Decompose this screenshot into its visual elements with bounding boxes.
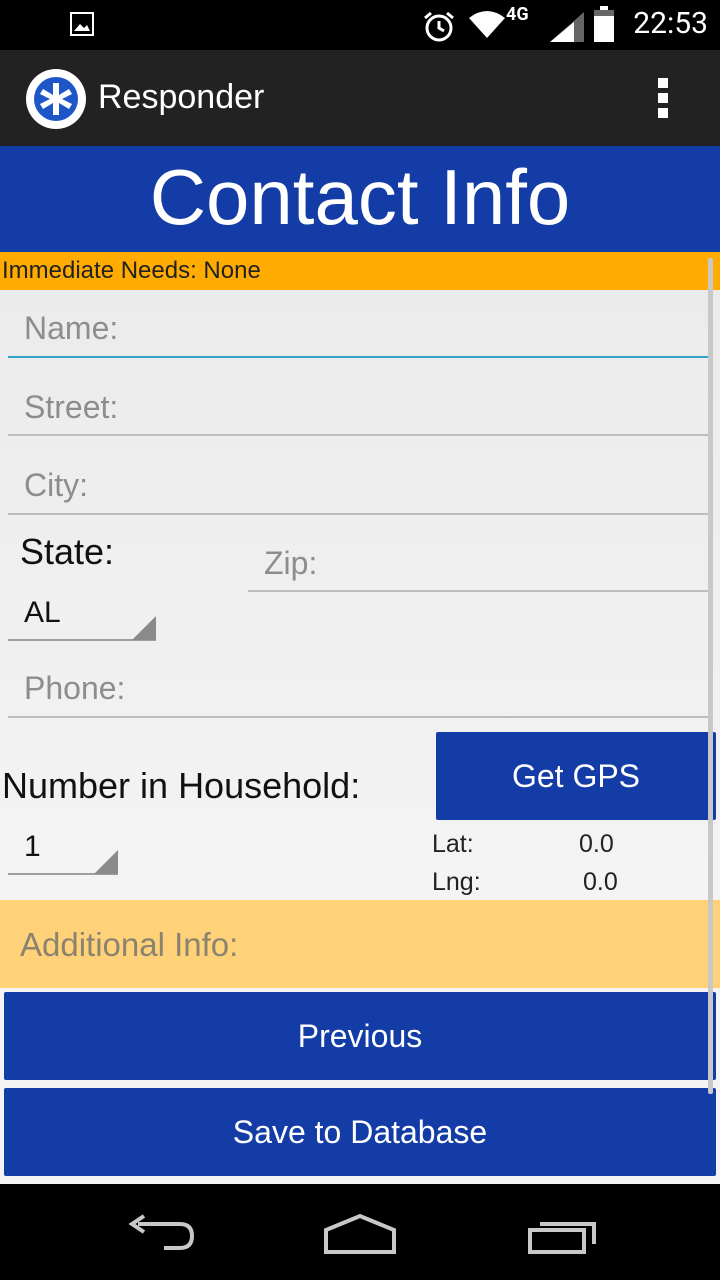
scrollbar[interactable]	[708, 258, 713, 1094]
state-dropdown-arrow-icon[interactable]	[132, 616, 156, 640]
zip-field-underline	[248, 590, 712, 592]
street-field-underline	[8, 434, 712, 436]
state-label: State:	[20, 531, 115, 572]
phone-field-underline	[8, 716, 712, 718]
name-field-underline	[8, 356, 712, 358]
battery-icon	[594, 6, 614, 42]
name-field[interactable]: Name:	[24, 310, 118, 347]
lng-value: 0.0	[583, 868, 618, 896]
status-time: 22:53	[633, 6, 708, 41]
page-title: Contact Info	[149, 153, 571, 241]
street-field[interactable]: Street:	[24, 389, 118, 426]
lng-label: Lng:	[432, 868, 481, 896]
overflow-menu-icon[interactable]	[656, 78, 670, 122]
state-spinner[interactable]: AL	[24, 596, 61, 630]
app-title: Responder	[98, 78, 265, 116]
gallery-icon	[70, 12, 94, 36]
get-gps-button[interactable]: Get GPS	[436, 732, 716, 820]
signal-strength-icon	[550, 12, 584, 42]
wifi-icon	[469, 11, 505, 38]
household-label: Number in Household:	[2, 765, 361, 806]
previous-button[interactable]: Previous	[4, 992, 716, 1080]
alarm-icon	[424, 11, 454, 42]
city-field[interactable]: City:	[24, 467, 88, 504]
immediate-needs-text: Immediate Needs: None	[2, 257, 261, 284]
network-type-label: 4G	[506, 4, 529, 25]
phone-field[interactable]: Phone:	[24, 670, 125, 707]
lat-label: Lat:	[432, 830, 474, 858]
household-spinner[interactable]: 1	[24, 830, 41, 864]
city-field-underline	[8, 513, 712, 515]
additional-info-placeholder: Additional Info:	[20, 926, 239, 963]
recent-apps-icon[interactable]	[526, 1216, 598, 1256]
back-icon[interactable]	[124, 1214, 196, 1254]
lat-value: 0.0	[579, 830, 614, 858]
app-logo-icon[interactable]	[26, 69, 86, 129]
zip-field[interactable]: Zip:	[264, 545, 317, 582]
home-icon[interactable]	[322, 1212, 398, 1256]
household-dropdown-arrow-icon[interactable]	[94, 850, 118, 874]
save-to-database-button[interactable]: Save to Database	[4, 1088, 716, 1176]
